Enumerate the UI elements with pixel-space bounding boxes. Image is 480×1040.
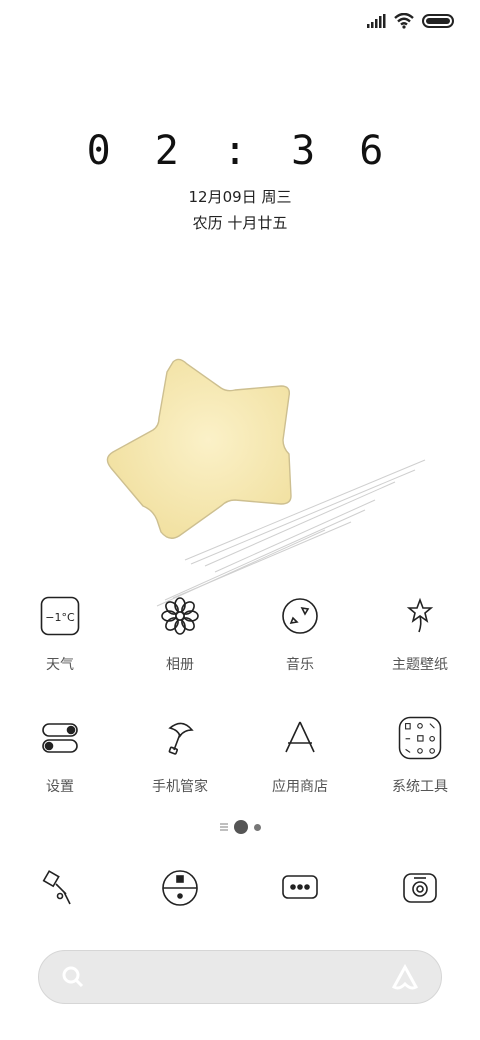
page-dot-active bbox=[233, 820, 248, 834]
star-balloon-icon bbox=[398, 594, 442, 638]
search-icon[interactable] bbox=[61, 965, 85, 989]
app-label: 系统工具 bbox=[392, 779, 448, 795]
app-label: 手机管家 bbox=[152, 779, 208, 795]
app-gallery[interactable]: 相册 bbox=[120, 594, 240, 674]
app-grid-row-2: 设置 手机管家 应用商店 系统工具 bbox=[0, 716, 480, 796]
app-store-icon bbox=[278, 716, 322, 760]
app-label: 应用商店 bbox=[272, 779, 328, 795]
app-music[interactable]: 音乐 bbox=[240, 594, 360, 674]
app-label: 相册 bbox=[166, 657, 194, 673]
dock-messages[interactable] bbox=[240, 866, 360, 910]
app-grid-row-1: −1°C 天气 相册 音乐 主题壁纸 bbox=[0, 594, 480, 674]
app-store[interactable]: 应用商店 bbox=[240, 716, 360, 796]
search-bar[interactable] bbox=[38, 950, 442, 1004]
status-bar bbox=[366, 10, 454, 32]
page-dot bbox=[253, 823, 261, 831]
messages-icon bbox=[278, 866, 322, 910]
flower-icon bbox=[158, 594, 202, 638]
app-themes[interactable]: 主题壁纸 bbox=[360, 594, 480, 674]
phone-icon bbox=[38, 866, 82, 910]
app-weather[interactable]: −1°C 天气 bbox=[0, 594, 120, 674]
app-label: 音乐 bbox=[286, 657, 314, 673]
date-text: 12月09日 周三 bbox=[188, 188, 292, 206]
app-folder-tools[interactable]: 系统工具 bbox=[360, 716, 480, 796]
app-security[interactable]: 手机管家 bbox=[120, 716, 240, 796]
weather-icon: −1°C bbox=[38, 594, 82, 638]
wifi-icon bbox=[394, 13, 414, 29]
lockscreen-clock[interactable]: 0 2 : 3 6 bbox=[0, 128, 480, 174]
app-label: 天气 bbox=[46, 657, 74, 673]
folder-icon bbox=[398, 716, 442, 760]
dock bbox=[0, 866, 480, 910]
signal-icon bbox=[367, 14, 386, 28]
browser-icon bbox=[158, 866, 202, 910]
dock-phone[interactable] bbox=[0, 866, 120, 910]
dock-camera[interactable] bbox=[360, 866, 480, 910]
app-settings[interactable]: 设置 bbox=[0, 716, 120, 796]
weather-temp: −1°C bbox=[45, 611, 75, 624]
umbrella-icon bbox=[158, 716, 202, 760]
list-page-icon bbox=[219, 823, 228, 831]
app-label: 设置 bbox=[46, 779, 74, 795]
page-indicator[interactable] bbox=[0, 820, 480, 834]
assistant-icon[interactable] bbox=[391, 964, 419, 992]
battery-icon bbox=[422, 14, 454, 28]
star-wallpaper-art bbox=[106, 358, 426, 607]
toggle-icon bbox=[38, 716, 82, 760]
music-disc-icon bbox=[278, 594, 322, 638]
dock-browser[interactable] bbox=[120, 866, 240, 910]
app-label: 主题壁纸 bbox=[392, 657, 448, 673]
camera-icon bbox=[398, 866, 442, 910]
lunar-date-text: 农历 十月廿五 bbox=[192, 214, 288, 232]
